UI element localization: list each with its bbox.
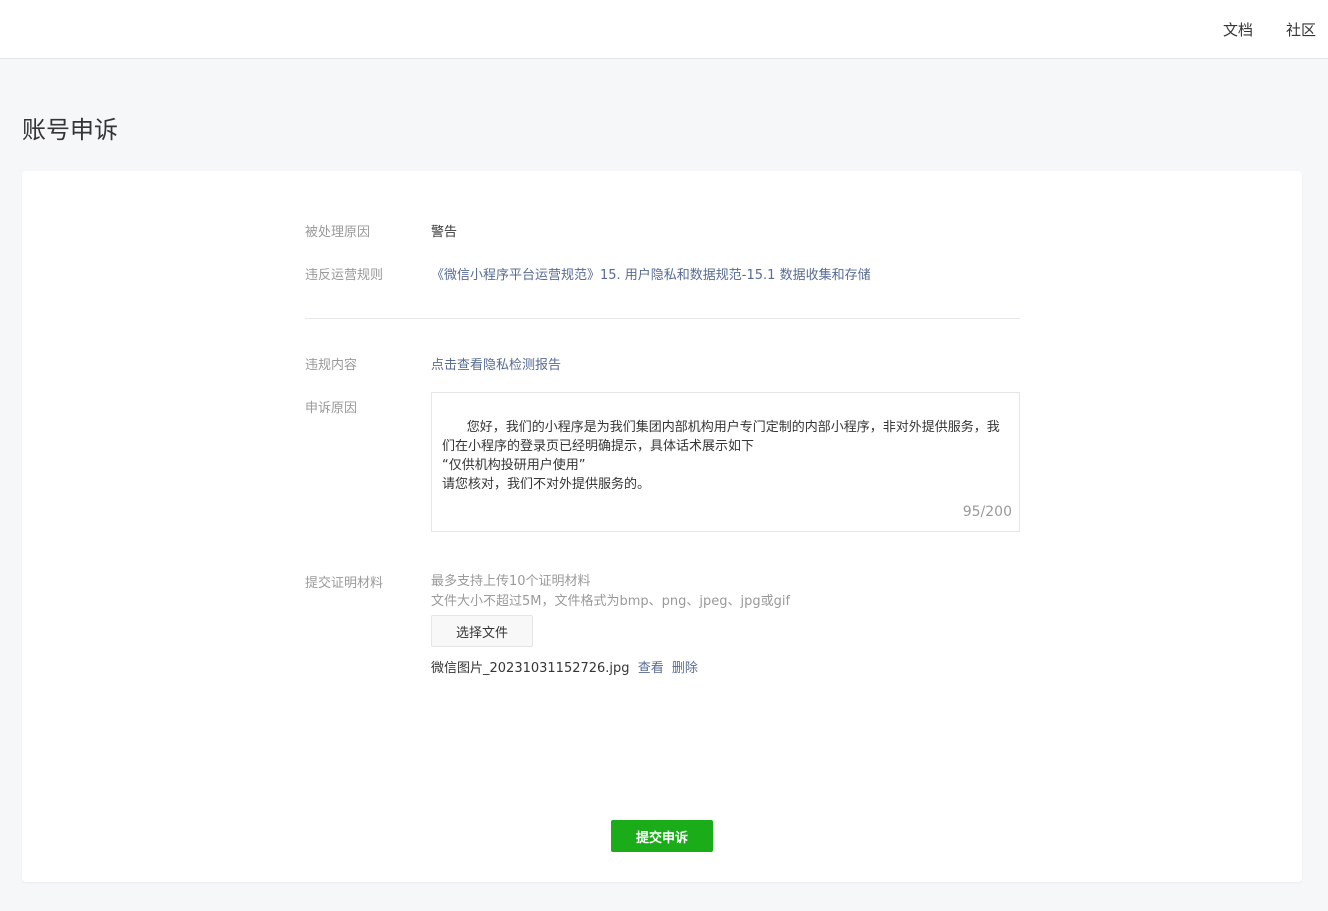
rule-link[interactable]: 《微信小程序平台运营规范》15. 用户隐私和数据规范-15.1 数据收集和存储: [431, 266, 871, 286]
reason-label: 被处理原因: [305, 225, 371, 240]
divider: [305, 318, 1020, 319]
appeal-form-card: 被处理原因 警告 违反运营规则 《微信小程序平台运营规范》15. 用户隐私和数据…: [22, 171, 1302, 882]
materials-hint-count: 最多支持上传10个证明材料: [431, 574, 591, 589]
rule-row: 违反运营规则 《微信小程序平台运营规范》15. 用户隐私和数据规范-15.1 数…: [305, 266, 871, 286]
nav-docs-link[interactable]: 文档: [1223, 19, 1253, 40]
reason-row: 被处理原因 警告: [305, 223, 457, 243]
appeal-reason-row: 申诉原因 您好，我们的小程序是为我们集团内部机构用户专门定制的内部小程序，非对外…: [305, 392, 1020, 532]
uploaded-file-name: 微信图片_20231031152726.jpg: [431, 661, 630, 676]
materials-body: 最多支持上传10个证明材料 文件大小不超过5M，文件格式为bmp、png、jpe…: [431, 572, 790, 679]
view-file-link[interactable]: 查看: [638, 661, 664, 676]
uploaded-file-item: 微信图片_20231031152726.jpg 查看 删除: [431, 659, 790, 679]
violation-content-label: 违规内容: [305, 358, 358, 373]
top-bar: 文档 社区: [0, 0, 1328, 59]
appeal-reason-label: 申诉原因: [305, 401, 358, 416]
appeal-reason-text: 您好，我们的小程序是为我们集团内部机构用户专门定制的内部小程序，非对外提供服务，…: [442, 420, 1000, 492]
delete-file-link[interactable]: 删除: [672, 661, 698, 676]
top-nav: 文档 社区: [1223, 19, 1316, 40]
materials-row: 提交证明材料 最多支持上传10个证明材料 文件大小不超过5M，文件格式为bmp、…: [305, 572, 790, 679]
choose-file-button[interactable]: 选择文件: [431, 615, 533, 647]
reason-value: 警告: [431, 225, 458, 240]
violation-content-row: 违规内容 点击查看隐私检测报告: [305, 356, 561, 376]
submit-appeal-button[interactable]: 提交申诉: [611, 820, 713, 852]
char-counter: 95/200: [962, 504, 1012, 520]
privacy-report-link[interactable]: 点击查看隐私检测报告: [431, 356, 561, 376]
appeal-reason-textarea[interactable]: 您好，我们的小程序是为我们集团内部机构用户专门定制的内部小程序，非对外提供服务，…: [431, 392, 1020, 532]
materials-label: 提交证明材料: [305, 576, 384, 591]
page-title: 账号申诉: [22, 116, 118, 144]
nav-community-link[interactable]: 社区: [1286, 19, 1316, 40]
rule-label: 违反运营规则: [305, 268, 384, 283]
materials-hint-format: 文件大小不超过5M，文件格式为bmp、png、jpeg、jpg或gif: [431, 594, 791, 609]
